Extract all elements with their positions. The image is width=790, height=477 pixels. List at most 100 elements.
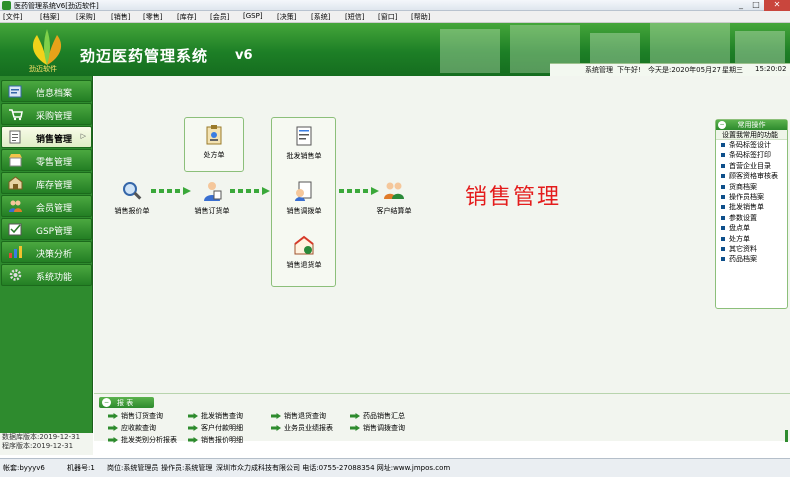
common-operations-title: 常用操作: [737, 121, 766, 129]
menu-sms[interactable]: [短信]: [345, 12, 364, 22]
window-title: 医药管理系统V6[劲迈软件]: [14, 2, 99, 10]
settle-node[interactable]: 客户结算单: [364, 180, 424, 216]
menu-help[interactable]: [帮助]: [411, 12, 430, 22]
sidebar-item-gsp[interactable]: GSP管理: [1, 218, 92, 240]
maximize-button[interactable]: □: [749, 0, 763, 11]
bullet-icon: [721, 205, 725, 210]
arrow-right-icon: [188, 425, 198, 431]
common-item[interactable]: 顾客资格审核表: [716, 171, 787, 181]
sidebar-item-label: 零售管理: [36, 158, 73, 168]
common-item[interactable]: 操作员档案: [716, 192, 787, 202]
sidebar-item-retail[interactable]: 零售管理: [1, 149, 92, 171]
report-link[interactable]: 销售退货查询: [271, 411, 326, 421]
sidebar-item-archive[interactable]: 信息档案: [1, 80, 92, 102]
members-icon: [9, 200, 22, 212]
chart-icon: [9, 246, 22, 258]
common-operations-header: − 常用操作: [716, 120, 787, 130]
customize-shortcuts-link[interactable]: 设置我常用的功能: [716, 130, 787, 140]
common-item[interactable]: 条码标签设计: [716, 140, 787, 150]
workflow-area: 处方单 批发销售单 销售调拨单 销售退货单 销售报价单 销售订货单 客户结算单: [94, 76, 790, 393]
arrow-right-icon: [188, 437, 198, 443]
bullet-icon: [721, 174, 725, 179]
common-item[interactable]: 首营企业目录: [716, 161, 787, 171]
close-button[interactable]: ✕: [764, 0, 790, 11]
report-link[interactable]: 批发类别分析报表: [108, 435, 177, 445]
arrow-right-icon: [108, 437, 118, 443]
reports-title: 报 表: [117, 399, 134, 407]
report-link[interactable]: 应收款查询: [108, 423, 156, 433]
sidebar-item-label: 库存管理: [36, 181, 73, 191]
common-item[interactable]: 其它资料: [716, 244, 787, 254]
sidebar-item-inventory[interactable]: 库存管理: [1, 172, 92, 194]
menu-file[interactable]: [文件]: [3, 12, 22, 22]
common-item[interactable]: 药品档案: [716, 254, 787, 264]
order-node[interactable]: 销售订货单: [182, 180, 242, 216]
report-link[interactable]: 客户付款明细: [188, 423, 243, 433]
menu-inventory[interactable]: [库存]: [177, 12, 196, 22]
report-link[interactable]: 业务员业绩报表: [271, 423, 333, 433]
report-link[interactable]: 销售订货查询: [108, 411, 163, 421]
menu-system[interactable]: [系统]: [311, 12, 330, 22]
menu-archive[interactable]: [档案]: [40, 12, 59, 22]
order-label: 销售订货单: [194, 207, 230, 215]
gear-icon: [9, 269, 22, 281]
bullet-icon: [721, 143, 725, 147]
sidebar-item-label: 销售管理: [36, 135, 73, 145]
status-date: 今天是:2020年05月27: [648, 66, 721, 74]
common-item[interactable]: 盘点单: [716, 223, 787, 233]
arrow-right-icon: [350, 425, 360, 431]
sidebar-item-purchase[interactable]: 采购管理: [1, 103, 92, 125]
sidebar-item-label: 系统功能: [36, 273, 73, 283]
status-weekday: 星期三: [722, 66, 743, 74]
company-info: 深圳市众力成科技有限公司 电话:0755-27088354 网址:www.jmp…: [216, 464, 451, 472]
menu-bar: [文件] [档案] [采购] [销售] [零售] [库存] [会员] [GSP]…: [0, 11, 790, 23]
bullet-icon: [721, 194, 725, 199]
chevron-right-icon: ▷: [80, 132, 86, 140]
minimize-button[interactable]: _: [734, 0, 748, 11]
menu-gsp[interactable]: [GSP]: [243, 12, 263, 20]
menu-retail[interactable]: [零售]: [143, 12, 162, 22]
scroll-indicator[interactable]: [785, 430, 788, 442]
common-item[interactable]: 批发销售单: [716, 202, 787, 212]
arrow-right-icon: [271, 425, 281, 431]
bullet-icon: [721, 226, 725, 231]
menu-purchase[interactable]: [采购]: [76, 12, 95, 22]
menu-decision[interactable]: [决策]: [277, 12, 296, 22]
sidebar-item-sales[interactable]: 销售管理 ▷: [1, 126, 92, 148]
common-item[interactable]: 参数设置: [716, 213, 787, 223]
sidebar-item-members[interactable]: 会员管理: [1, 195, 92, 217]
bullet-icon: [721, 257, 725, 262]
sidebar-item-label: 会员管理: [36, 204, 73, 214]
arrow-right-icon: [108, 413, 118, 419]
wholesale-node[interactable]: 批发销售单: [274, 125, 334, 161]
transfer-document-icon: [295, 181, 312, 201]
collapse-toggle-icon[interactable]: −: [718, 121, 726, 129]
common-item[interactable]: 处方单: [716, 234, 787, 244]
menu-members[interactable]: [会员]: [210, 12, 229, 22]
transfer-node[interactable]: 销售调拨单: [274, 180, 334, 216]
collapse-toggle-icon[interactable]: −: [102, 398, 111, 407]
wholesale-label: 批发销售单: [286, 152, 322, 160]
prescription-node[interactable]: 处方单: [184, 124, 244, 160]
report-link[interactable]: 销售报价明细: [188, 435, 243, 445]
report-link[interactable]: 批发销售查询: [188, 411, 243, 421]
report-link[interactable]: 销售调拨查询: [350, 423, 405, 433]
return-node[interactable]: 销售退货单: [274, 234, 334, 270]
sidebar-item-system[interactable]: 系统功能: [1, 264, 92, 286]
folder-icon: [8, 85, 22, 98]
sidebar: 信息档案 采购管理 销售管理 ▷ 零售管理 库存管理 会员管理 GSP管理 决策…: [0, 76, 93, 433]
return-label: 销售退货单: [286, 261, 322, 269]
sidebar-item-label: 采购管理: [36, 112, 73, 122]
machine-info: 机器号:1: [67, 464, 95, 472]
common-item[interactable]: 货商档案: [716, 182, 787, 192]
clipboard-icon: [206, 125, 222, 145]
report-link[interactable]: 药品销售汇总: [350, 411, 405, 421]
sidebar-item-decision[interactable]: 决策分析: [1, 241, 92, 263]
bullet-icon: [721, 153, 725, 158]
title-bar: 医药管理系统V6[劲迈软件] _ □ ✕: [0, 0, 790, 11]
quote-node[interactable]: 销售报价单: [102, 180, 162, 216]
common-item[interactable]: 条码标签打印: [716, 150, 787, 160]
menu-window[interactable]: [窗口]: [378, 12, 397, 22]
cart-icon: [9, 109, 23, 121]
menu-sales[interactable]: [销售]: [111, 12, 130, 22]
